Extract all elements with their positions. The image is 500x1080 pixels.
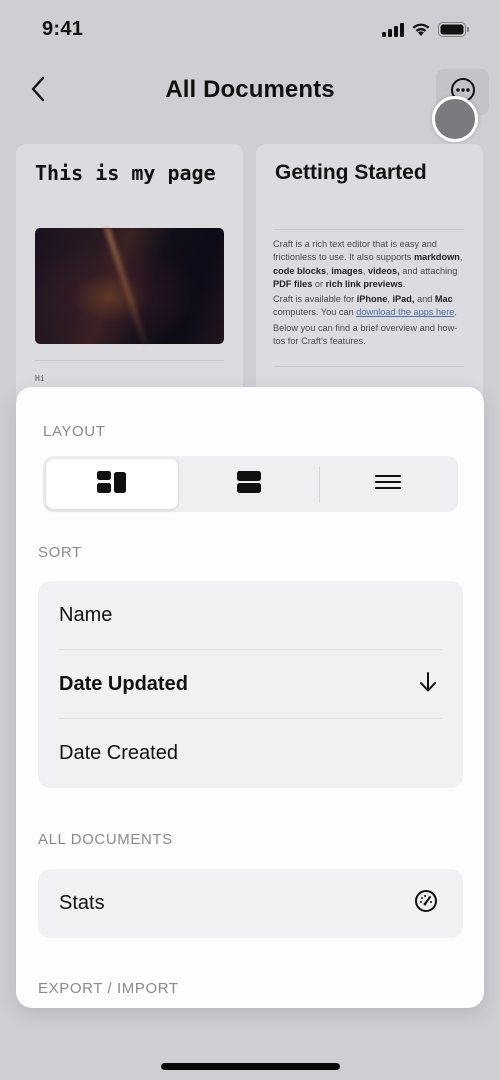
section-label-layout: LAYOUT <box>43 423 106 440</box>
preview-paragraph: Craft is available for iPhone, iPad, and… <box>273 293 468 320</box>
layout-option-cards[interactable] <box>181 459 317 509</box>
list-layout-icon <box>375 474 401 495</box>
text: Craft is available for <box>273 294 357 305</box>
divider <box>275 229 464 230</box>
navigation-bar: All Documents <box>0 64 500 120</box>
section-label-sort: SORT <box>38 544 82 561</box>
divider <box>35 360 224 361</box>
document-title: This is my page <box>35 161 216 185</box>
document-snippet: Hi <box>35 374 45 383</box>
document-title: Getting Started <box>275 161 427 184</box>
page-title: All Documents <box>165 76 335 103</box>
bold-text: rich link previews <box>325 278 403 289</box>
sort-option-date-created[interactable]: Date Created <box>38 719 463 788</box>
battery-icon <box>438 22 470 42</box>
document-preview: Craft is a rich text editor that is easy… <box>273 238 468 350</box>
text: . <box>402 278 406 289</box>
text: , <box>459 252 463 263</box>
text: and attaching <box>399 265 458 276</box>
preview-paragraph: Below you can find a brief overview and … <box>273 322 458 347</box>
stats-button[interactable]: Stats <box>38 869 463 938</box>
sort-option-label: Date Updated <box>59 673 188 695</box>
bold-text: markdown <box>413 252 460 263</box>
layout-option-grid[interactable] <box>46 459 178 509</box>
speedometer-icon <box>414 889 438 919</box>
touch-indicator <box>432 96 478 142</box>
preview-paragraph: Craft is a rich text editor that is easy… <box>273 238 468 291</box>
sort-option-label: Name <box>59 604 113 626</box>
grid-layout-icon <box>97 470 127 498</box>
wifi-icon <box>411 22 431 42</box>
bold-text: videos, <box>368 265 400 276</box>
bold-text: Mac <box>434 294 453 305</box>
text: . <box>454 307 457 318</box>
section-label-export-import: EXPORT / IMPORT <box>38 980 179 997</box>
text: or <box>312 278 326 289</box>
arrow-down-icon <box>419 671 437 699</box>
status-icons <box>382 22 470 42</box>
status-bar: 9:41 <box>0 0 500 60</box>
cards-layout-icon <box>237 470 261 498</box>
bold-text: PDF files <box>273 278 313 289</box>
bold-text: iPhone <box>356 294 388 305</box>
text: computers. You can <box>273 307 357 318</box>
all-documents-group: Stats <box>38 869 463 938</box>
text: Craft is a rich text editor that is easy… <box>273 239 437 263</box>
download-apps-link[interactable]: download the apps here <box>356 307 454 317</box>
options-sheet: LAYOUT SORT Name Date Updated Date Creat… <box>16 387 484 1008</box>
text: and <box>414 294 435 305</box>
divider <box>275 366 464 367</box>
status-time: 9:41 <box>42 18 84 40</box>
sort-options-group: Name Date Updated Date Created <box>38 581 463 788</box>
cellular-signal-icon <box>382 22 404 42</box>
section-label-all-documents: ALL DOCUMENTS <box>38 831 173 848</box>
bold-text: images <box>331 265 363 276</box>
bold-text: iPad, <box>392 294 415 305</box>
document-card[interactable]: This is my page Hi <box>16 144 243 404</box>
document-cover-image <box>35 228 224 344</box>
sort-option-label: Date Created <box>59 742 178 764</box>
sort-option-name[interactable]: Name <box>38 581 463 650</box>
home-indicator[interactable] <box>161 1063 340 1070</box>
sort-option-date-updated[interactable]: Date Updated <box>38 650 463 719</box>
bold-text: code blocks <box>273 265 327 276</box>
layout-segmented-control <box>43 456 458 512</box>
layout-option-list[interactable] <box>321 459 455 509</box>
document-card[interactable]: Getting Started Craft is a rich text edi… <box>256 144 483 404</box>
stats-label: Stats <box>59 892 105 914</box>
segment-divider <box>319 467 320 502</box>
